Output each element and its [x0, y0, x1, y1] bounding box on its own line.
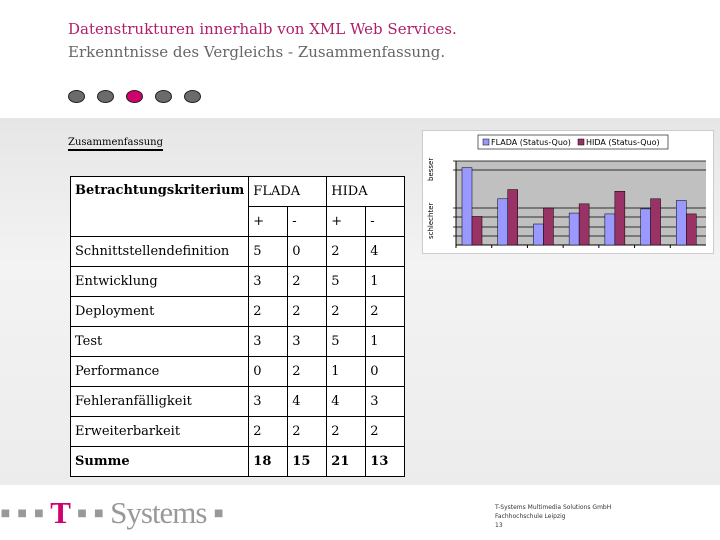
- value-cell: 5: [326, 326, 367, 357]
- footer: T-Systems Multimedia Solutions GmbH Fach…: [495, 503, 611, 530]
- bar-flada: [568, 212, 580, 246]
- row-label: Erweiterbarkeit: [69, 416, 250, 447]
- subheader-minus: -: [365, 206, 406, 237]
- total-row: Summe 18 15 21 13: [69, 446, 406, 477]
- progress-dot: [97, 90, 114, 103]
- chart-svg: FLADA (Status-Quo) HIDA (Status-Quo) besse…: [427, 134, 706, 248]
- subheader-plus: +: [326, 206, 367, 237]
- progress-dot-active: [126, 90, 143, 103]
- value-cell: 0: [287, 236, 328, 267]
- bar-flada: [497, 198, 508, 246]
- value-cell: 2: [365, 296, 406, 327]
- header-criterion: Betrachtungskriterium: [69, 176, 250, 237]
- value-cell: 4: [326, 386, 367, 417]
- total-cell: 13: [365, 446, 406, 477]
- bar-hida: [507, 189, 518, 246]
- row-label: Fehleranfälligkeit: [69, 386, 250, 417]
- value-cell: 0: [365, 356, 406, 387]
- value-cell: 2: [365, 416, 406, 447]
- slide-subtitle: Erkenntnisse des Vergleichs - Zusammenfa…: [68, 43, 446, 61]
- page-number: 13: [495, 522, 503, 529]
- value-cell: 5: [326, 266, 367, 297]
- t-systems-logo: ▪ ▪ ▪ T ▪ ▪ Systems ▪: [0, 495, 224, 530]
- section-label: Zusammenfassung: [68, 137, 164, 151]
- value-cell: 0: [248, 356, 289, 387]
- bar-hida: [578, 203, 590, 246]
- value-cell: 4: [287, 386, 328, 417]
- table-row: Fehleranfälligkeit 3 4 4 3: [69, 386, 406, 417]
- progress-dot: [184, 90, 201, 103]
- header-flada: FLADA: [248, 176, 328, 207]
- value-cell: 2: [326, 416, 367, 447]
- table-row: Schnittstellendefinition 5 0 2 4: [69, 236, 406, 267]
- value-cell: 4: [365, 236, 406, 267]
- legend-swatch: [577, 138, 585, 146]
- bar-flada: [604, 213, 616, 246]
- value-cell: 1: [365, 326, 406, 357]
- row-label: Schnittstellendefinition: [69, 236, 250, 267]
- value-cell: 2: [248, 416, 289, 447]
- y-label-bottom: schlechter: [427, 202, 435, 239]
- table-row: Entwicklung 3 2 5 1: [69, 266, 406, 297]
- value-cell: 1: [365, 266, 406, 297]
- footer-company: T-Systems Multimedia Solutions GmbH: [495, 504, 612, 511]
- y-label-top: besser: [427, 158, 435, 181]
- bar-hida: [650, 198, 661, 246]
- value-cell: 5: [248, 236, 289, 267]
- value-cell: 3: [287, 326, 328, 357]
- progress-dot: [155, 90, 172, 103]
- value-cell: 2: [326, 236, 367, 267]
- value-cell: 2: [287, 416, 328, 447]
- value-cell: 3: [248, 326, 289, 357]
- bar-hida: [614, 190, 626, 246]
- value-cell: 2: [287, 296, 328, 327]
- value-cell: 1: [326, 356, 367, 387]
- value-cell: 3: [365, 386, 406, 417]
- bar-hida: [543, 207, 554, 246]
- total-cell: 15: [287, 446, 328, 477]
- bar-hida: [471, 216, 483, 246]
- legend-label: FLADA (Status-Quo): [491, 138, 571, 147]
- legend-label: HIDA (Status-Quo): [586, 138, 660, 147]
- total-label: Summe: [69, 446, 250, 477]
- subheader-plus: +: [248, 206, 289, 237]
- bar-hida: [686, 213, 697, 246]
- comparison-chart: FLADA (Status-Quo) HIDA (Status-Quo) besse…: [422, 130, 714, 254]
- total-cell: 21: [326, 446, 367, 477]
- bar-flada: [640, 208, 651, 246]
- value-cell: 2: [248, 296, 289, 327]
- progress-dots: [68, 90, 201, 103]
- bar-flada: [676, 200, 687, 246]
- value-cell: 2: [287, 356, 328, 387]
- bar-flada: [461, 167, 473, 246]
- footer-school: Fachhochschule Leipzig: [495, 513, 566, 520]
- progress-dot: [68, 90, 85, 103]
- table-row: Performance 0 2 1 0: [69, 356, 406, 387]
- row-label: Test: [69, 326, 250, 357]
- total-cell: 18: [248, 446, 289, 477]
- slide-title: Datenstrukturen innerhalb von XML Web Se…: [68, 20, 457, 38]
- row-label: Deployment: [69, 296, 250, 327]
- row-label: Entwicklung: [69, 266, 250, 297]
- value-cell: 2: [287, 266, 328, 297]
- value-cell: 3: [248, 266, 289, 297]
- value-cell: 3: [248, 386, 289, 417]
- bar-flada: [533, 223, 544, 246]
- table-row: Test 3 3 5 1: [69, 326, 406, 357]
- table-row: Deployment 2 2 2 2: [69, 296, 406, 327]
- value-cell: 2: [326, 296, 367, 327]
- comparison-table: Betrachtungskriterium FLADA HIDA + - + -…: [69, 176, 406, 477]
- subheader-minus: -: [287, 206, 328, 237]
- legend-swatch: [482, 138, 490, 146]
- header-hida: HIDA: [326, 176, 406, 207]
- row-label: Performance: [69, 356, 250, 387]
- table-row: Erweiterbarkeit 2 2 2 2: [69, 416, 406, 447]
